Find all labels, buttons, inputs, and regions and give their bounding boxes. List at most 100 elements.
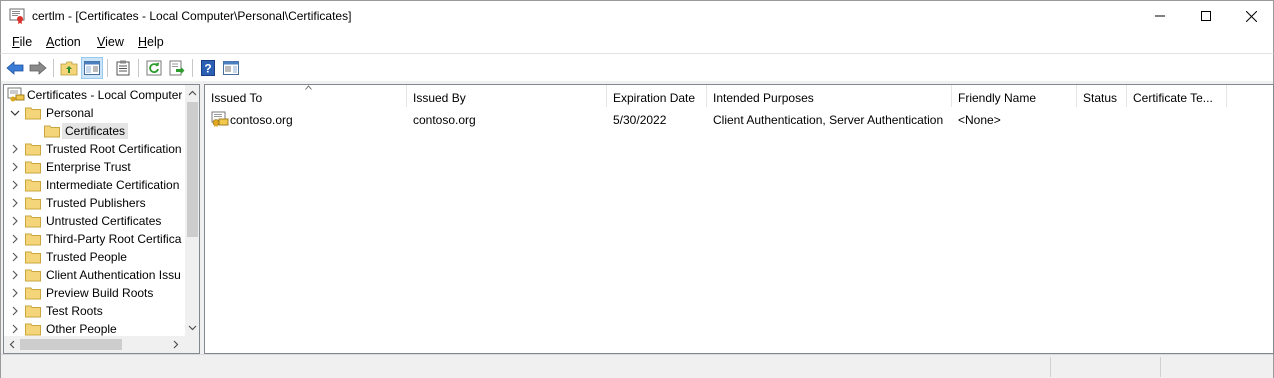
show-hide-tree-icon (84, 61, 100, 75)
column-header-label: Friendly Name (958, 91, 1037, 105)
chevron-right-icon[interactable] (10, 269, 20, 281)
chevron-down-icon[interactable] (10, 107, 20, 119)
certificate-list: Issued To Issued By Expiration Date Inte… (204, 84, 1274, 354)
tree-item-personal[interactable]: Personal (4, 104, 186, 122)
chevron-right-icon[interactable] (10, 143, 20, 155)
menu-help-label: elp (147, 35, 164, 49)
menu-view-label: iew (105, 35, 124, 49)
tree-item-certificates[interactable]: Certificates (4, 122, 186, 140)
close-button[interactable] (1228, 1, 1274, 31)
list-header: Issued To Issued By Expiration Date Inte… (205, 85, 1273, 107)
column-header-friendly-name[interactable]: Friendly Name (952, 85, 1077, 107)
tree-item-store[interactable]: Trusted Publishers (4, 194, 186, 212)
tree-item-label: Trusted Root Certification (46, 142, 182, 156)
chevron-right-icon[interactable] (10, 179, 20, 191)
show-hide-console-tree-button[interactable] (81, 57, 103, 79)
minimize-button[interactable] (1137, 1, 1183, 31)
show-hide-action-pane-button[interactable] (220, 57, 242, 79)
tree-item-label: Trusted People (46, 250, 127, 264)
chevron-right-icon[interactable] (10, 287, 20, 299)
tree-item-label: Untrusted Certificates (46, 214, 162, 228)
folder-icon (25, 179, 41, 192)
scrollbar-thumb[interactable] (20, 339, 122, 350)
up-one-level-button[interactable] (58, 57, 80, 79)
tree-item-label: Enterprise Trust (46, 160, 131, 174)
cell-issued-by: contoso.org (413, 113, 476, 127)
show-hide-action-pane-icon (223, 61, 239, 75)
work-area: Certificates - Local Computer Personal C… (0, 81, 1274, 378)
back-button[interactable] (4, 57, 26, 79)
cell-expiration-date: 5/30/2022 (613, 113, 667, 127)
tree-item-label: Third-Party Root Certifica (46, 232, 182, 246)
chevron-right-icon[interactable] (10, 233, 20, 245)
scroll-down-icon[interactable] (188, 323, 197, 332)
folder-icon (25, 251, 41, 264)
certificates-snapin-icon (7, 87, 25, 102)
tree-item-store[interactable]: Trusted People (4, 248, 186, 266)
menu-file[interactable]: File (12, 35, 32, 49)
export-list-icon (169, 60, 185, 76)
toolbar: ? (0, 53, 1274, 81)
menu-view[interactable]: View (97, 35, 124, 49)
folder-icon (25, 197, 41, 210)
folder-icon (25, 305, 41, 318)
column-header-intended-purposes[interactable]: Intended Purposes (707, 85, 952, 107)
forward-button[interactable] (27, 57, 49, 79)
help-button[interactable]: ? (197, 57, 219, 79)
chevron-right-icon[interactable] (10, 215, 20, 227)
certificate-row[interactable]: contoso.org contoso.org 5/30/2022 Client… (205, 110, 1273, 128)
tree-item-label: Certificates (62, 123, 129, 139)
cell-friendly-name: <None> (958, 113, 1001, 127)
tree-item-store[interactable]: Intermediate Certification (4, 176, 186, 194)
scrollbar-thumb[interactable] (187, 102, 198, 237)
tree-vertical-scrollbar[interactable] (185, 85, 199, 336)
folder-icon (25, 161, 41, 174)
chevron-right-icon[interactable] (10, 251, 20, 263)
chevron-right-icon[interactable] (10, 305, 20, 317)
column-header-status[interactable]: Status (1077, 85, 1127, 107)
folder-icon (44, 125, 60, 138)
scroll-left-icon[interactable] (8, 340, 17, 349)
toolbar-separator (192, 59, 193, 77)
toolbar-separator (53, 59, 54, 77)
certificate-icon (211, 111, 229, 127)
folder-icon (25, 233, 41, 246)
properties-icon (116, 60, 130, 76)
folder-icon (25, 323, 41, 336)
tree-item-store[interactable]: Client Authentication Issu (4, 266, 186, 284)
column-header-label: Issued To (211, 91, 263, 105)
column-header-issued-by[interactable]: Issued By (407, 85, 607, 107)
refresh-button[interactable] (143, 57, 165, 79)
minimize-icon (1155, 15, 1165, 17)
cell-issued-to: contoso.org (230, 113, 293, 127)
folder-open-icon (25, 107, 41, 120)
maximize-button[interactable] (1183, 1, 1229, 31)
tree-item-store[interactable]: Trusted Root Certification (4, 140, 186, 158)
tree-item-store[interactable]: Preview Build Roots (4, 284, 186, 302)
chevron-right-icon[interactable] (10, 161, 20, 173)
tree-item-store[interactable]: Enterprise Trust (4, 158, 186, 176)
scroll-right-icon[interactable] (171, 340, 180, 349)
scroll-up-icon[interactable] (188, 89, 197, 98)
column-header-certificate-template[interactable]: Certificate Te... (1127, 85, 1227, 107)
column-header-label: Status (1083, 91, 1118, 105)
forward-icon (29, 61, 47, 75)
tree-item-store[interactable]: Test Roots (4, 302, 186, 320)
properties-button[interactable] (112, 57, 134, 79)
menu-help[interactable]: Help (138, 35, 164, 49)
tree-item-store[interactable]: Untrusted Certificates (4, 212, 186, 230)
column-header-expiration-date[interactable]: Expiration Date (607, 85, 707, 107)
up-folder-icon (60, 61, 78, 76)
chevron-right-icon[interactable] (10, 197, 20, 209)
tree-item-label: Intermediate Certification (46, 178, 180, 192)
chevron-right-icon[interactable] (10, 323, 20, 335)
menu-bar: File Action View Help (0, 31, 1274, 53)
tree-horizontal-scrollbar[interactable] (4, 336, 185, 353)
menu-action[interactable]: Action (46, 35, 81, 49)
tree-item-store[interactable]: Third-Party Root Certifica (4, 230, 186, 248)
tree-item-root[interactable]: Certificates - Local Computer (4, 86, 186, 104)
export-list-button[interactable] (166, 57, 188, 79)
scrollbar-corner (185, 336, 199, 353)
column-header-issued-to[interactable]: Issued To (205, 85, 407, 107)
window-title: certlm - [Certificates - Local Computer\… (32, 9, 352, 23)
